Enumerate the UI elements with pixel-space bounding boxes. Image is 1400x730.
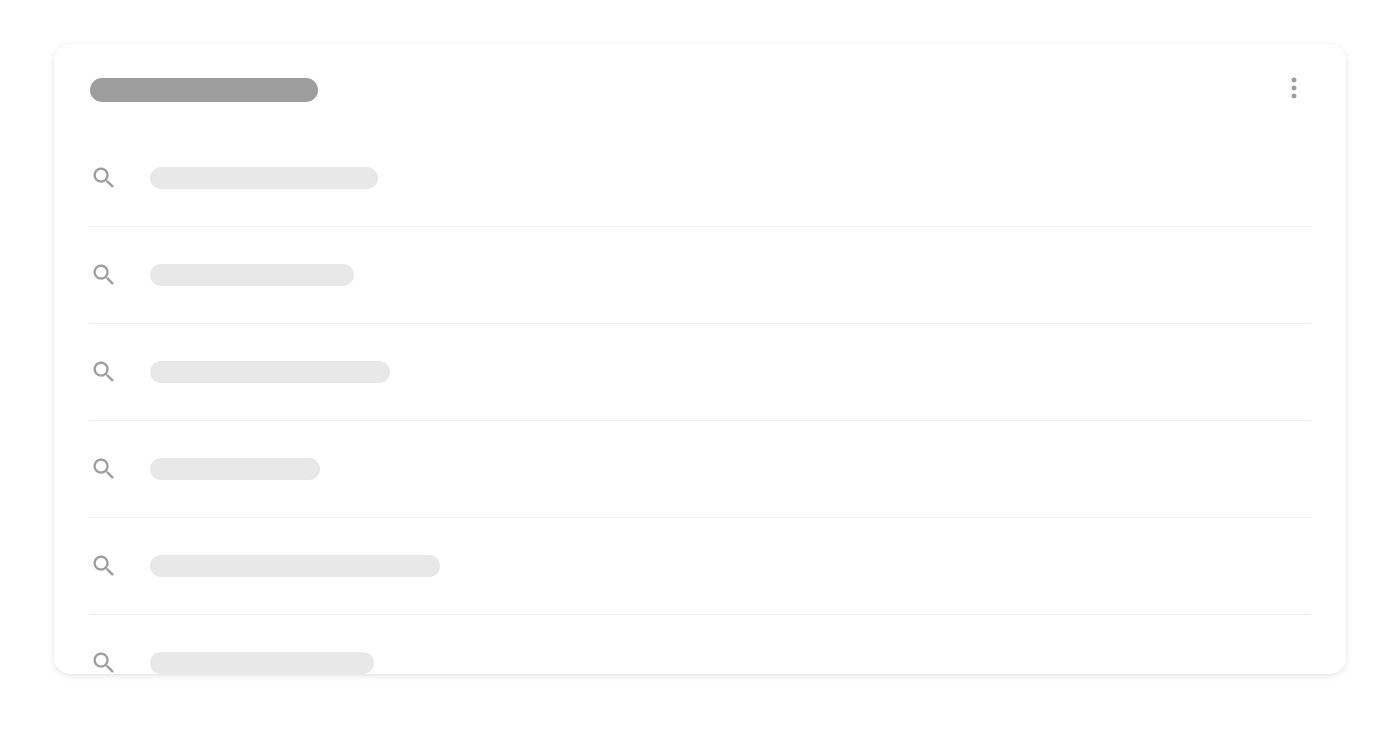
search-icon <box>90 649 118 674</box>
suggestion-text-placeholder <box>150 652 374 674</box>
search-icon <box>90 455 118 483</box>
suggestion-text-placeholder <box>150 458 320 480</box>
search-icon <box>90 552 118 580</box>
suggestion-text-placeholder <box>150 555 440 577</box>
suggestion-item[interactable] <box>90 130 1310 227</box>
suggestion-item[interactable] <box>90 324 1310 421</box>
card-title-placeholder <box>90 78 318 102</box>
more-vert-icon <box>1291 76 1297 104</box>
search-icon <box>90 164 118 192</box>
card-header <box>54 44 1346 130</box>
suggestion-item[interactable] <box>90 421 1310 518</box>
suggestion-text-placeholder <box>150 167 378 189</box>
suggestions-list <box>54 130 1346 674</box>
search-suggestions-card <box>54 44 1346 674</box>
suggestion-text-placeholder <box>150 361 390 383</box>
suggestion-item[interactable] <box>90 227 1310 324</box>
suggestion-text-placeholder <box>150 264 354 286</box>
suggestion-item[interactable] <box>90 518 1310 615</box>
suggestion-item[interactable] <box>90 615 1310 674</box>
more-options-button[interactable] <box>1278 74 1310 106</box>
search-icon <box>90 358 118 386</box>
search-icon <box>90 261 118 289</box>
